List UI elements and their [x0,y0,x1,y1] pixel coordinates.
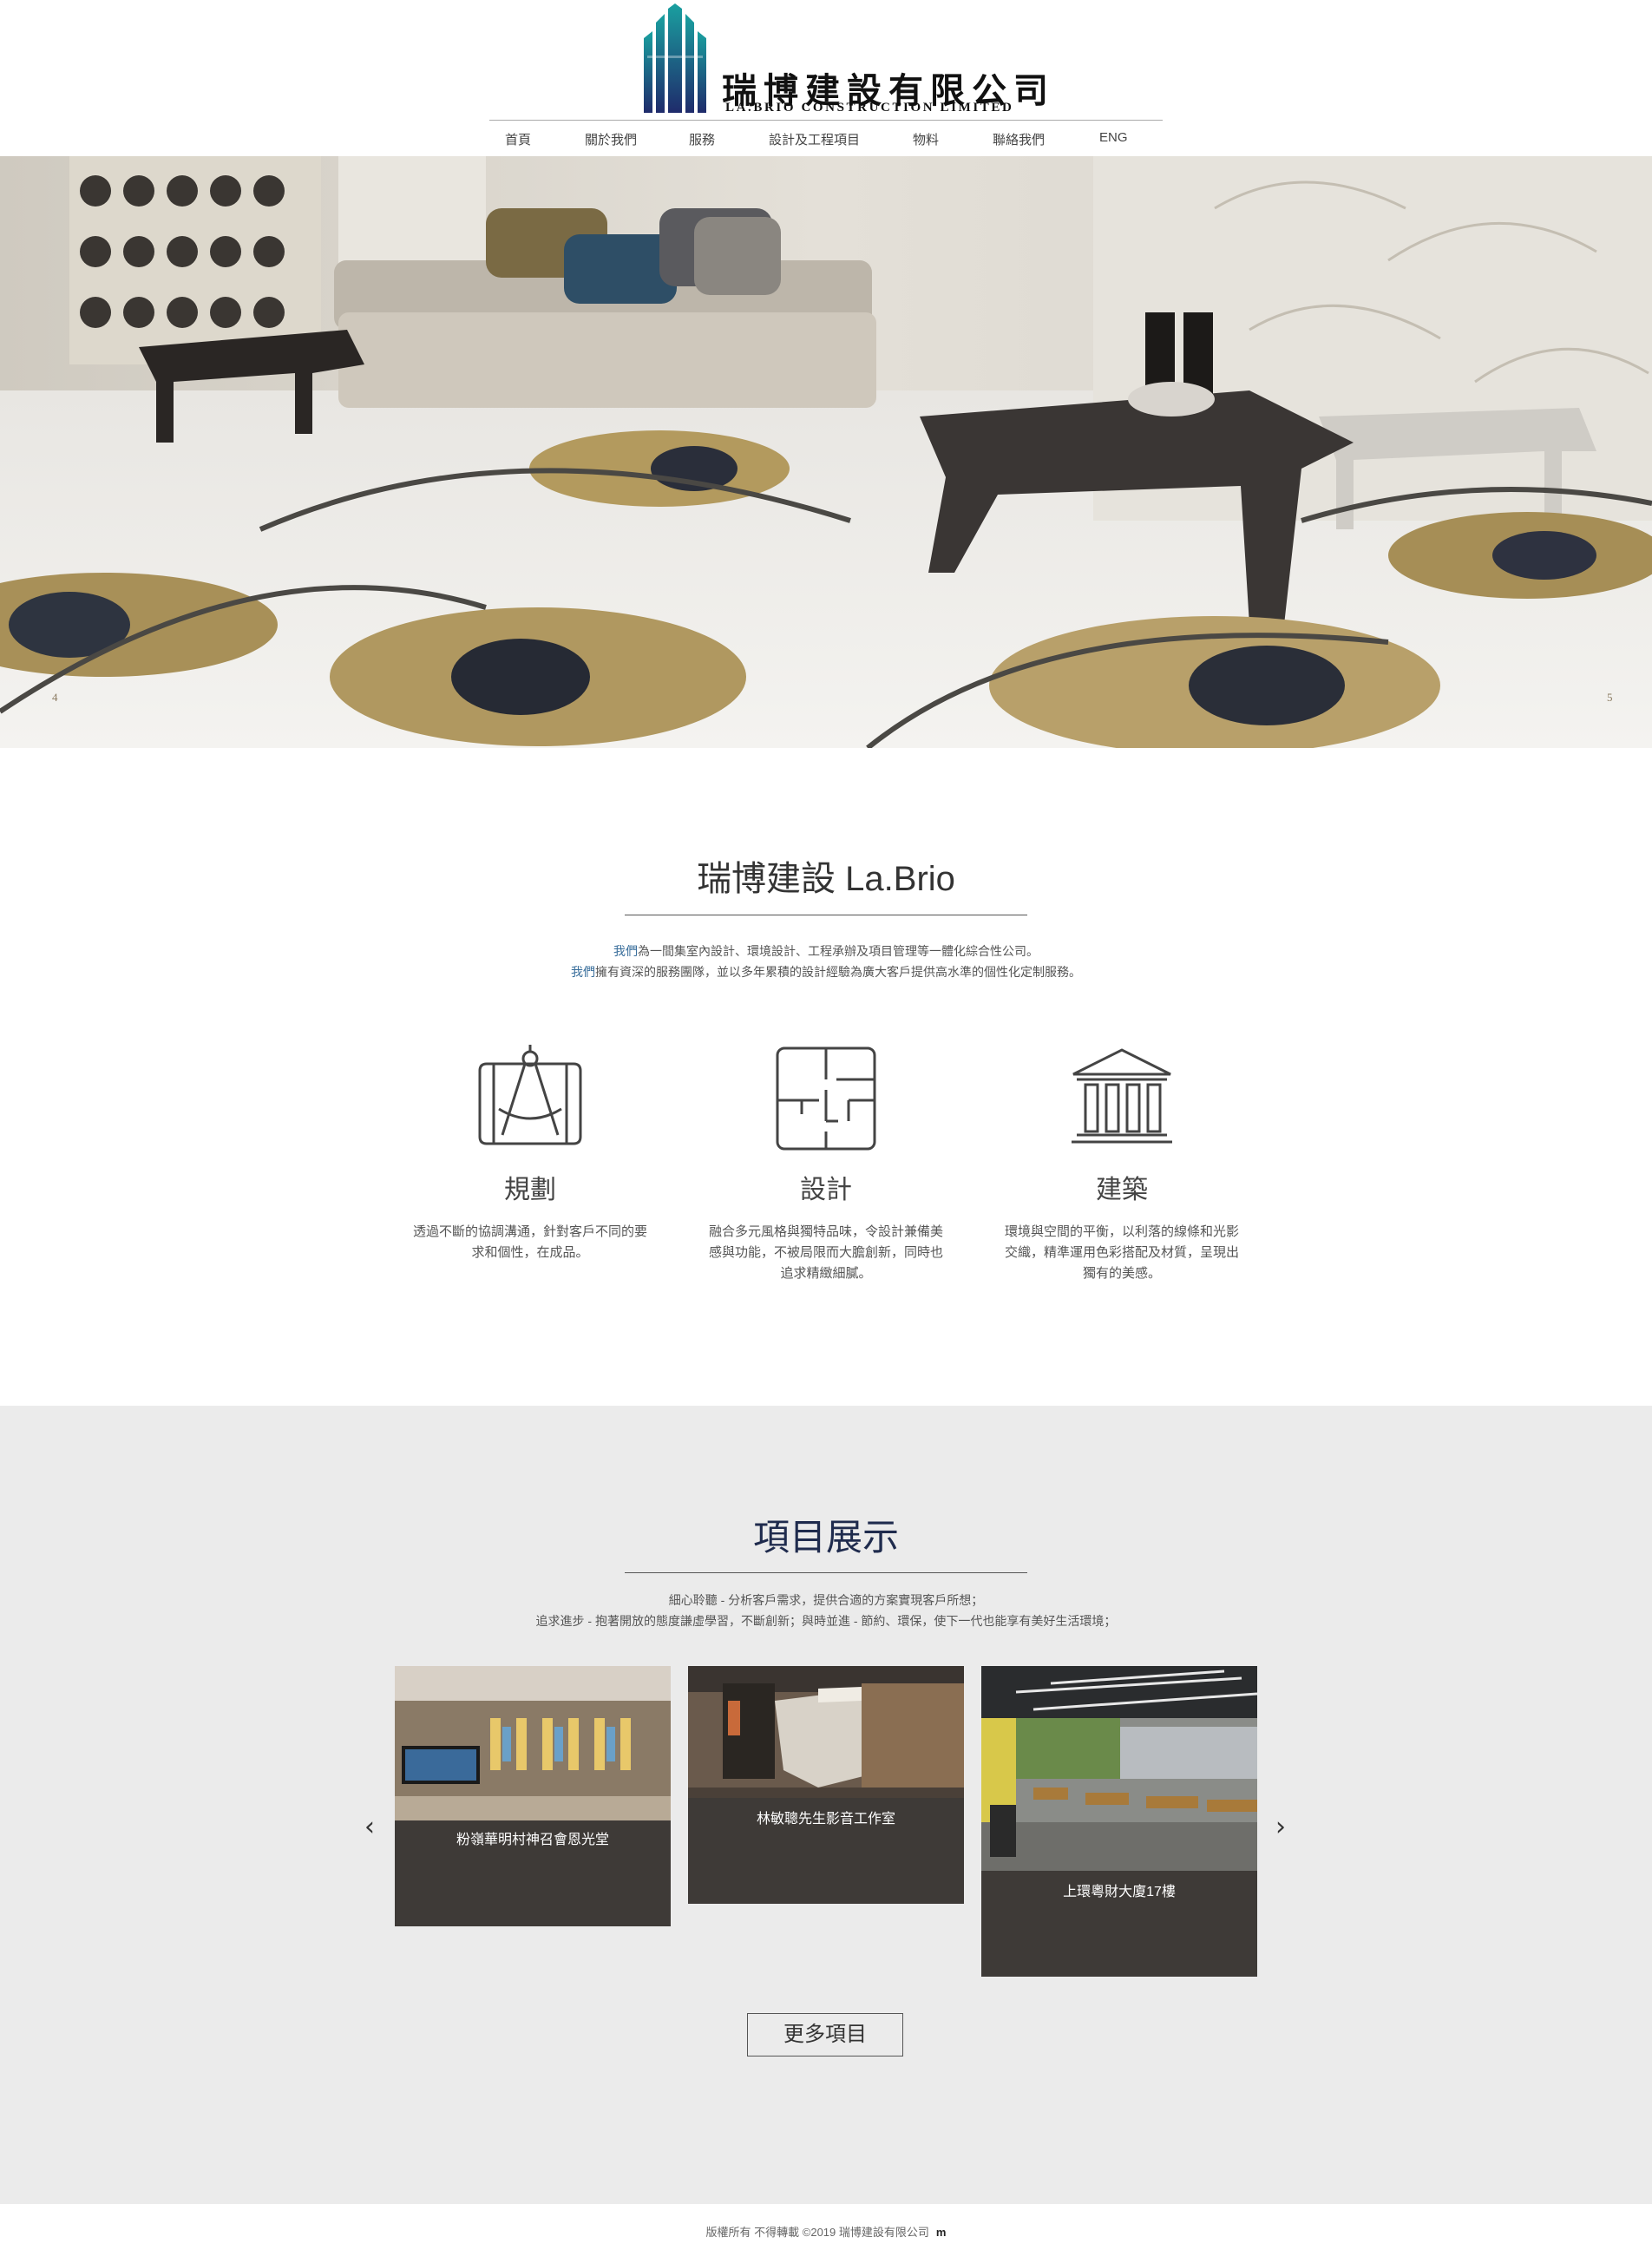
logo-english-name: LA.BRIO CONSTRUCTION LIMITED [725,101,1014,115]
intro-title: 瑞博建設 La.Brio [697,860,955,898]
project-card-2[interactable]: 林敏聰先生影音工作室 [688,1666,964,1904]
site-logo[interactable]: 瑞博建設有限公司 LA.BRIO CONSTRUCTION LIMITED [642,3,1048,115]
logo-mark-icon [644,3,706,113]
project-card-1-label: 粉嶺華明村神召會恩光堂 [456,1833,609,1847]
projects-text: 細心聆聽 - 分析客戶需求，提供合適的方案實現客戶所想； 追求進步 - 抱著開放… [0,1590,1652,1631]
feature-design-text: 融合多元風格與獨特品味，令設計兼備美感與功能，不被局限而大膽創新，同時也追求精緻… [709,1224,944,1281]
projects-title: 項目展示 [752,1517,899,1558]
intro-text: 我們為一間集室內設計、環境設計、工程承辦及項目管理等一體化綜合性公司。 我們擁有… [0,941,1652,982]
slide-next-index[interactable]: 5 [1607,691,1613,705]
projects-line-1: 細心聆聽 - 分析客戶需求，提供合適的方案實現客戶所想； [668,1593,984,1607]
footer-brand-icon[interactable]: m [936,2226,947,2239]
feature-planning-text: 透過不斷的協調溝通，針對客戶不同的要求和個性，在成品。 [413,1224,648,1260]
compass-plan-icon [478,1045,582,1145]
intro-line-1: 我們為一間集室內設計、環境設計、工程承辦及項目管理等一體化綜合性公司。 [0,941,1652,961]
intro-line-2-rest: 擁有資深的服務團隊，並以多年累積的設計經驗為廣大客戶提供高水準的個性化定制服務。 [595,965,1081,979]
feature-construction-title: 建築 [1096,1176,1148,1204]
project-card-3[interactable]: 上環粵財大廈17樓 [981,1666,1257,1977]
nav-item-about[interactable]: 關於我們 [585,130,637,148]
footer-copyright: 版權所有 不得轉載 ©2019 瑞博建設有限公司 [705,2226,929,2239]
hero-slideshow[interactable]: 4 5 [0,156,1652,748]
projects-line-2: 追求進步 - 抱著開放的態度謙虛學習，不斷創新；與時並進 - 節約、環保，使下一… [535,1614,1117,1628]
project-card-3-image [981,1666,1257,1871]
nav-item-services[interactable]: 服務 [689,130,715,148]
nav-item-contact[interactable]: 聯絡我們 [993,130,1045,148]
carousel-next-button[interactable]: › [1275,1812,1286,1842]
feature-planning: 規劃 透過不斷的協調溝通，針對客戶不同的要求和個性，在成品。 [404,1045,656,1305]
intro-line-2: 我們擁有資深的服務團隊，並以多年累積的設計經驗為廣大客戶提供高水準的個性化定制服… [0,961,1652,982]
project-card-2-image [688,1666,964,1798]
nav-item-projects[interactable]: 設計及工程項目 [769,130,860,148]
building-icon [1072,1048,1172,1144]
nav-item-home[interactable]: 首頁 [505,130,531,148]
site-header: 瑞博建設有限公司 LA.BRIO CONSTRUCTION LIMITED 首頁… [0,0,1652,156]
nav-item-materials[interactable]: 物料 [913,130,939,148]
project-card-1-image [395,1666,671,1820]
intro-line-1-rest: 為一間集室內設計、環境設計、工程承辦及項目管理等一體化綜合性公司。 [638,944,1039,958]
slide-prev-index[interactable]: 4 [52,691,58,705]
floor-plan-icon [776,1046,876,1151]
intro-line-1-highlight: 我們 [613,944,638,958]
more-projects-button[interactable]: 更多項目 [747,2013,903,2056]
feature-construction-text: 環境與空間的平衡，以利落的線條和光影交織，精準運用色彩搭配及材質，呈現出獨有的美… [1005,1224,1240,1281]
feature-design: 設計 融合多元風格與獨特品味，令設計兼備美感與功能，不被局限而大膽創新，同時也追… [700,1045,952,1305]
feature-planning-title: 規劃 [504,1176,556,1204]
feature-construction: 建築 環境與空間的平衡，以利落的線條和光影交織，精準運用色彩搭配及材質，呈現出獨… [996,1045,1248,1305]
nav-divider [489,120,1163,121]
projects-title-rule [625,1572,1027,1573]
hero-image [0,156,1652,748]
nav-item-language[interactable]: ENG [1099,130,1128,145]
intro-line-2-highlight: 我們 [571,965,595,979]
carousel-prev-button[interactable]: ‹ [364,1812,375,1842]
feature-design-title: 設計 [800,1176,852,1204]
project-card-3-label: 上環粵財大廈17樓 [1063,1885,1176,1899]
project-card-1[interactable]: 粉嶺華明村神召會恩光堂 [395,1666,671,1926]
site-footer: 版權所有 不得轉載 ©2019 瑞博建設有限公司 m [0,2223,1652,2240]
project-card-2-label: 林敏聰先生影音工作室 [756,1812,895,1827]
main-nav: 首頁 關於我們 服務 設計及工程項目 物料 聯絡我們 ENG [489,123,1163,154]
